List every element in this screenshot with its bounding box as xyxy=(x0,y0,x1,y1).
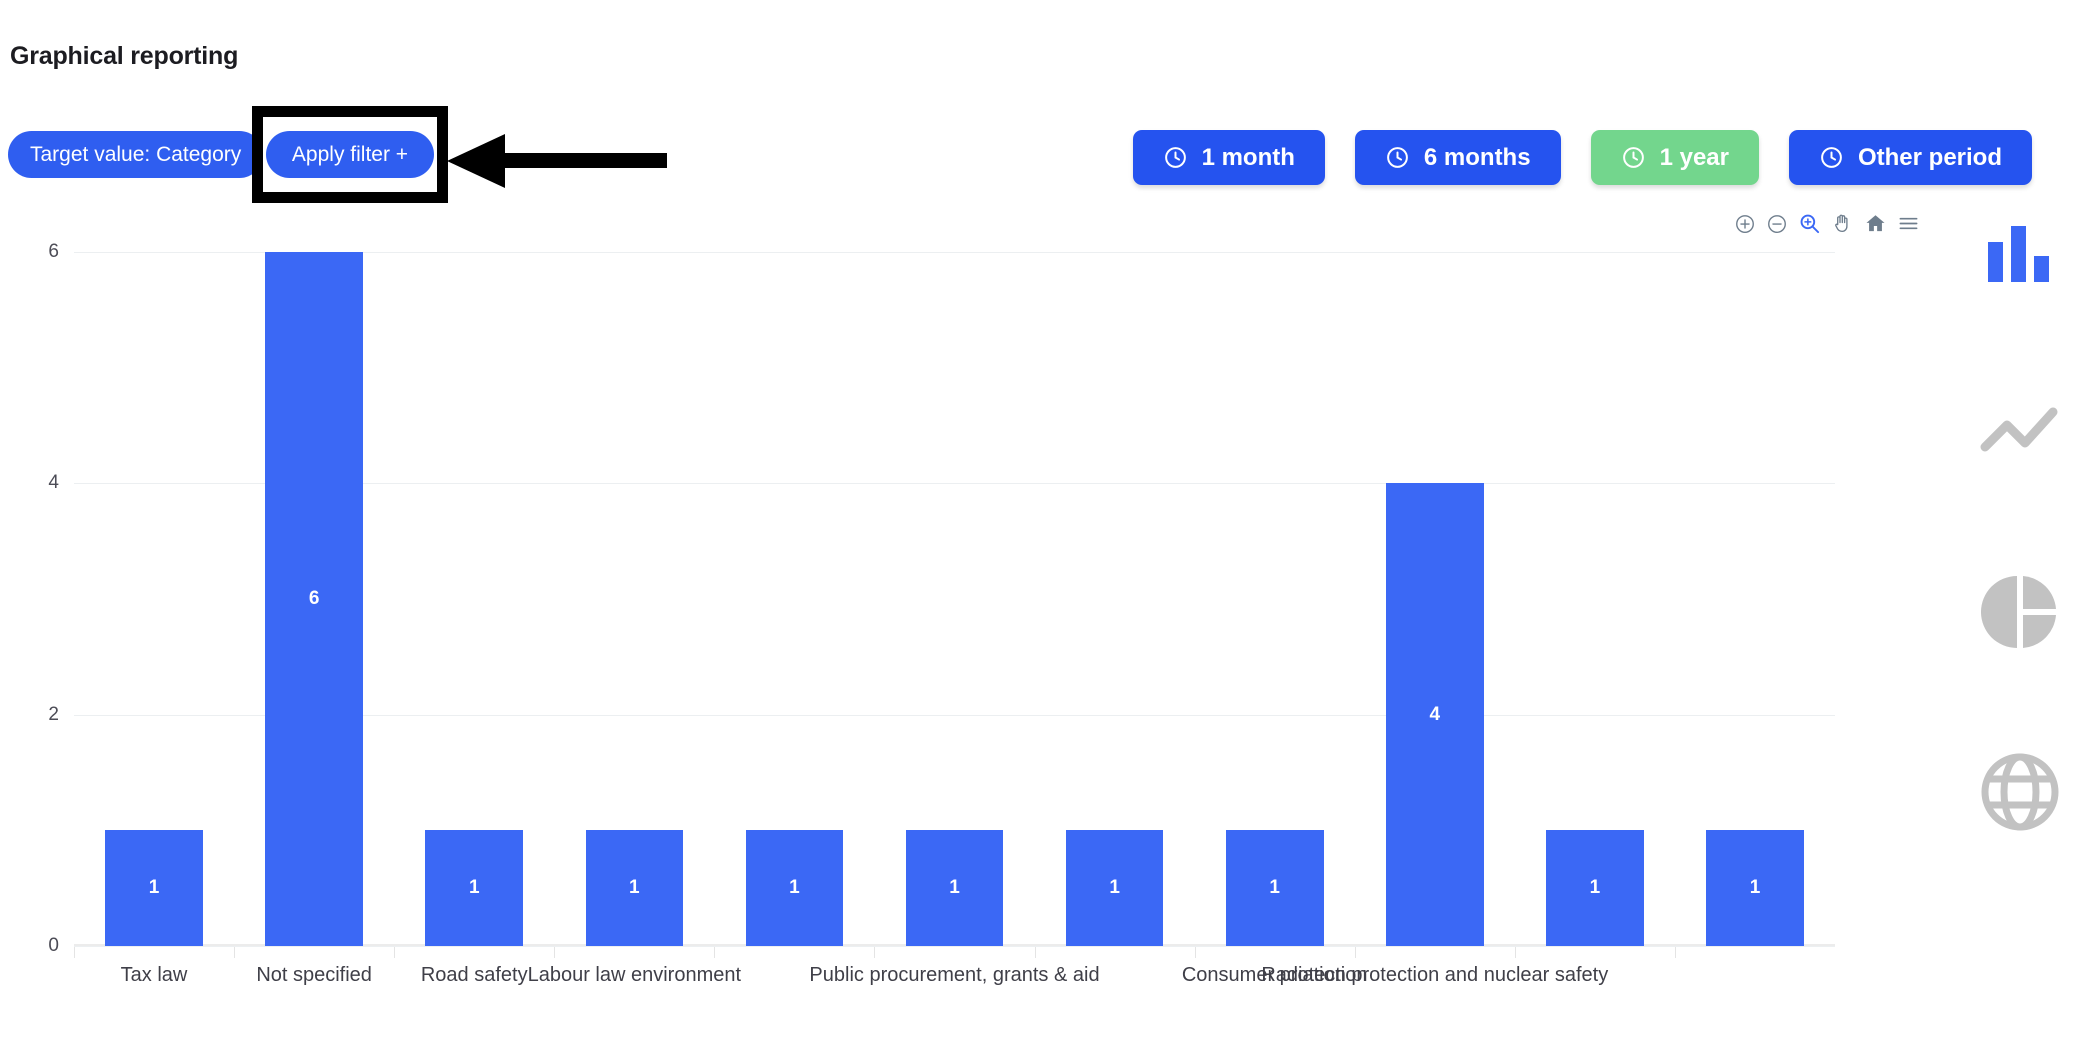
x-axis-tick-mark xyxy=(554,947,556,958)
y-axis-tick-label: 0 xyxy=(48,935,59,956)
x-axis-tick-mark xyxy=(1514,947,1516,958)
x-axis-tick-label: Tax law xyxy=(120,964,188,986)
x-axis-tick-label: Radiation protection and nuclear safety xyxy=(1261,964,1609,986)
bar-slot: 1 xyxy=(1034,252,1195,958)
x-axis-tick-mark xyxy=(1674,947,1676,958)
y-axis-tick-label: 2 xyxy=(48,703,59,725)
bar[interactable]: 1 xyxy=(1546,830,1644,946)
period-button-1-year[interactable]: 1 year xyxy=(1590,130,1759,185)
pie-chart-icon[interactable] xyxy=(1976,568,2064,656)
panning-icon[interactable] xyxy=(1831,212,1854,240)
bar-chart: 024616111111411 Tax law Not specified Road… xyxy=(0,196,1870,1006)
target-value-pill[interactable]: Target value: Category xyxy=(8,131,264,178)
bar[interactable]: 1 xyxy=(905,830,1004,946)
period-button-label: 1 month xyxy=(1201,143,1295,171)
x-axis-tick-mark xyxy=(1354,947,1356,958)
bar-value-label: 1 xyxy=(789,877,800,899)
x-axis-tick-mark xyxy=(714,947,716,958)
apply-filter-highlight-box: Apply filter + xyxy=(252,106,448,203)
bar-slot: 1 xyxy=(394,252,554,958)
x-axis-tick-label: Public procurement, grants & aid xyxy=(809,964,1100,986)
clock-icon xyxy=(1621,145,1646,170)
x-axis-tick-mark xyxy=(234,947,236,958)
bar[interactable]: 1 xyxy=(1065,830,1164,946)
bar-value-label: 1 xyxy=(1269,877,1280,899)
x-axis-tick-labels: Tax law Not specified Road safety Labour la… xyxy=(74,964,1835,1004)
bar[interactable]: 4 xyxy=(1385,483,1484,946)
period-button-6-months[interactable]: 6 months xyxy=(1354,130,1561,185)
bar-series: 16111111411 xyxy=(74,252,1835,958)
filter-bar: Target value: Category xyxy=(8,131,264,178)
period-button-other-period[interactable]: Other period xyxy=(1788,130,2032,185)
bar[interactable]: 1 xyxy=(585,830,684,946)
bar-slot: 1 xyxy=(74,252,234,958)
chart-toolbar xyxy=(1734,212,1920,240)
bar-value-label: 1 xyxy=(468,877,480,899)
bar-slot: 1 xyxy=(714,252,874,958)
reset-zoom-home-icon[interactable] xyxy=(1864,212,1887,240)
left-arrow-annotation-icon xyxy=(447,134,667,188)
bar[interactable]: 6 xyxy=(265,252,363,946)
bar-slot: 6 xyxy=(234,252,394,958)
bar-slot: 4 xyxy=(1354,252,1515,958)
period-button-label: Other period xyxy=(1857,143,2002,171)
x-axis-tick-mark xyxy=(394,947,396,958)
bar-value-label: 1 xyxy=(949,877,960,899)
x-axis-tick-mark xyxy=(1034,947,1036,958)
apply-filter-button[interactable]: Apply filter + xyxy=(265,131,435,178)
bar-value-label: 1 xyxy=(1749,877,1761,899)
bar[interactable]: 1 xyxy=(745,830,844,946)
bar-value-label: 1 xyxy=(629,877,640,899)
bar-chart-icon[interactable] xyxy=(1976,208,2064,296)
bar[interactable]: 1 xyxy=(105,830,203,946)
period-button-1-month[interactable]: 1 month xyxy=(1132,130,1325,185)
bar-slot: 1 xyxy=(1674,252,1835,958)
bar-slot: 1 xyxy=(1194,252,1355,958)
line-chart-icon[interactable] xyxy=(1976,388,2064,476)
menu-icon[interactable] xyxy=(1897,212,1920,240)
zoom-in-icon[interactable] xyxy=(1734,213,1756,240)
bar-value-label: 1 xyxy=(148,877,160,899)
x-axis-tick-mark xyxy=(74,947,75,958)
bar-value-label: 6 xyxy=(308,588,320,609)
period-button-group: 1 month 6 months 1 year Other period xyxy=(1132,130,2032,185)
chart-type-rail xyxy=(1940,208,2100,836)
bar-value-label: 1 xyxy=(1589,877,1601,899)
bar[interactable]: 1 xyxy=(425,830,524,946)
bar-value-label: 4 xyxy=(1429,703,1441,725)
chart-plot-area[interactable]: 024616111111411 xyxy=(48,241,1835,958)
x-axis-tick-label: Labour law environment xyxy=(527,964,742,986)
page-title: Graphical reporting xyxy=(10,42,239,70)
x-axis-tick-label: Not specified xyxy=(256,964,372,986)
selection-zoom-icon[interactable] xyxy=(1798,212,1821,240)
bar-slot: 1 xyxy=(1514,252,1675,958)
y-axis-tick-label: 4 xyxy=(48,472,59,494)
bar[interactable]: 1 xyxy=(1225,830,1324,946)
globe-map-icon[interactable] xyxy=(1976,748,2064,836)
bar-slot: 1 xyxy=(554,252,714,958)
bar-slot: 1 xyxy=(874,252,1034,958)
bar[interactable]: 1 xyxy=(1706,830,1804,946)
period-button-label: 6 months xyxy=(1423,143,1531,171)
x-axis-tick-mark xyxy=(874,947,876,958)
x-axis-tick-label: Road safety xyxy=(420,964,528,986)
clock-icon xyxy=(1385,145,1410,170)
clock-icon xyxy=(1819,145,1844,170)
graphical-reporting-page: Graphical reporting Target value: Catego… xyxy=(0,0,2100,1050)
y-axis-tick-label: 6 xyxy=(48,241,59,262)
zoom-out-icon[interactable] xyxy=(1766,213,1788,240)
x-axis-tick-mark xyxy=(1194,947,1196,958)
gridline xyxy=(74,946,1835,947)
period-button-label: 1 year xyxy=(1659,143,1729,171)
bar-value-label: 1 xyxy=(1109,877,1120,899)
clock-icon xyxy=(1163,145,1188,170)
